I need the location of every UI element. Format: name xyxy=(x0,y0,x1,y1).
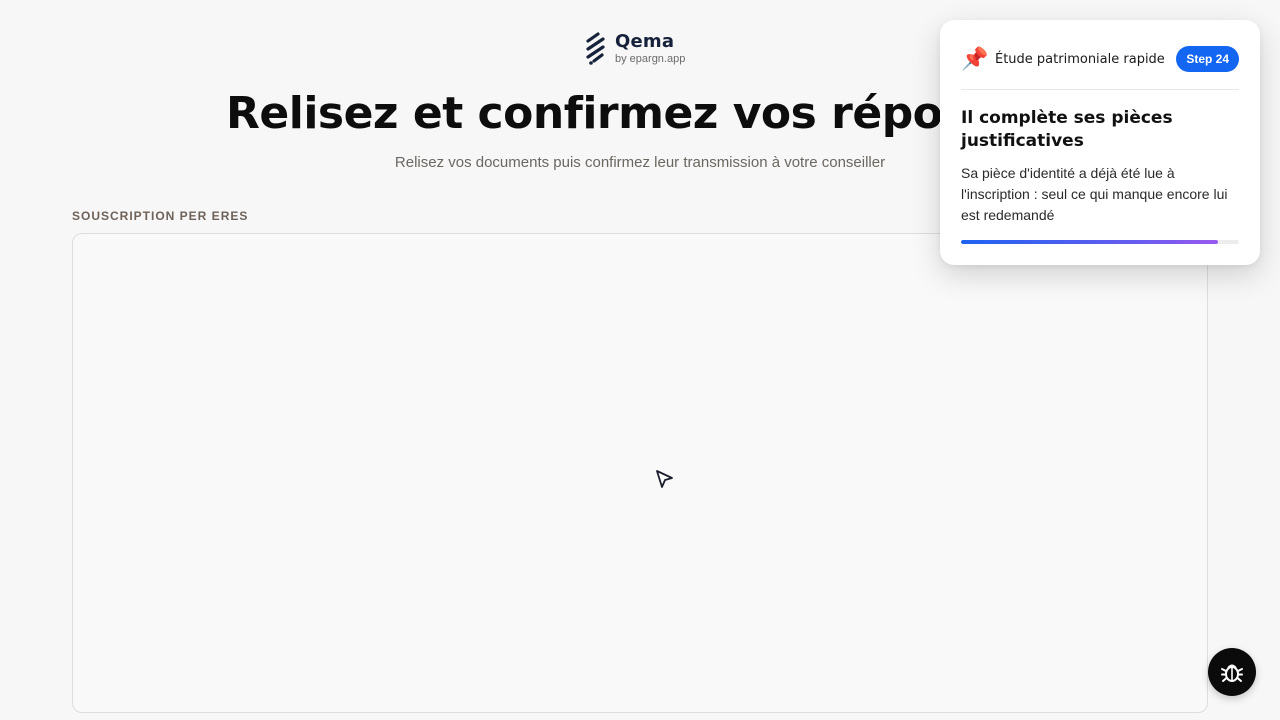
brand-tagline: by epargn.app xyxy=(615,53,686,65)
debug-button[interactable] xyxy=(1208,648,1256,696)
tour-progress-fill xyxy=(961,240,1219,244)
pushpin-icon: 📌 xyxy=(961,46,989,71)
tour-header: 📌 Étude patrimoniale rapide Step 24 xyxy=(961,42,1239,90)
page: Qema by epargn.app Relisez et confirmez … xyxy=(0,0,1280,720)
step-badge: Step 24 xyxy=(1176,46,1239,72)
qema-logo-icon xyxy=(586,32,605,65)
mouse-cursor-icon xyxy=(656,470,673,488)
documents-panel xyxy=(72,233,1208,713)
section-label: SOUSCRIPTION PER ERES xyxy=(72,209,249,223)
tour-progress-bar xyxy=(961,240,1239,244)
brand-name: Qema xyxy=(615,31,675,52)
tour-name: Étude patrimoniale rapide xyxy=(995,51,1165,67)
tour-step-body: Sa pièce d'identité a déjà été lue à l'i… xyxy=(961,165,1228,223)
brand-logo[interactable]: Qema by epargn.app xyxy=(583,32,685,66)
tour-popover: 📌 Étude patrimoniale rapide Step 24 Il c… xyxy=(940,20,1260,265)
bug-icon xyxy=(1221,664,1243,682)
tour-step-title: Il complète ses pièces justificatives xyxy=(961,108,1173,151)
